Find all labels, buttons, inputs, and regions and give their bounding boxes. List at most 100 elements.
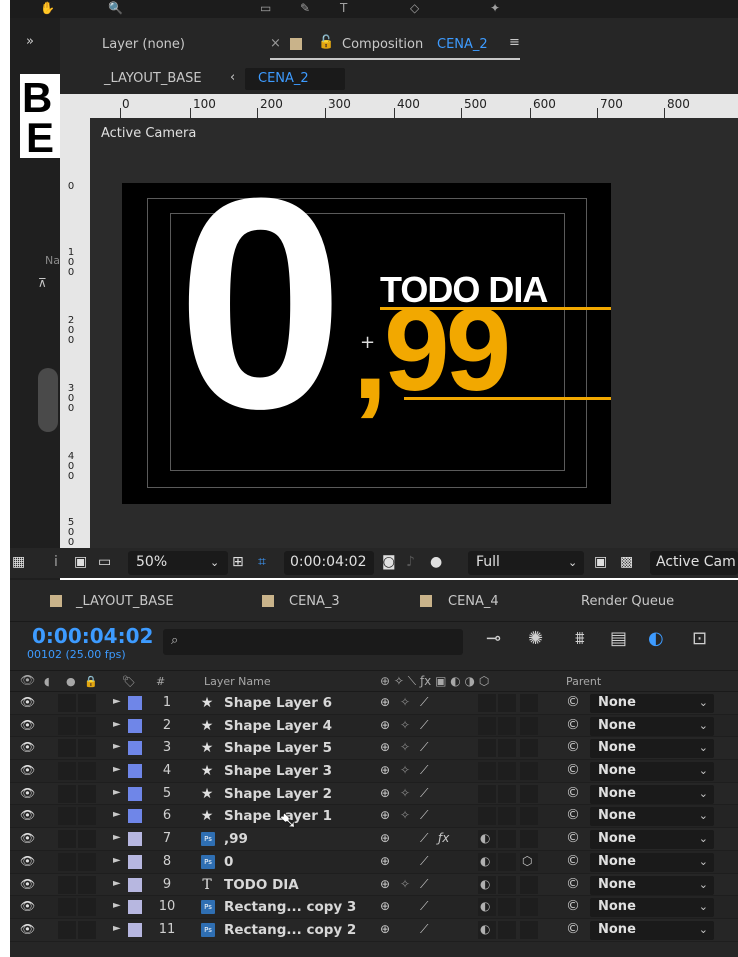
solo-switch-icon[interactable]: ● — [66, 675, 76, 688]
twirl-arrow-icon[interactable]: ► — [113, 696, 121, 707]
breadcrumb-current[interactable]: CENA_2 — [258, 71, 309, 86]
motion-blur-cell[interactable] — [498, 716, 516, 735]
parent-select[interactable]: None ⌄ — [590, 762, 714, 782]
label-color-swatch[interactable] — [128, 696, 142, 710]
project-scrollbar[interactable] — [38, 368, 58, 432]
3d-layer-cell[interactable] — [520, 694, 538, 712]
layer-row[interactable]: 👁 ► 8 Ps 0 ⊕ ⟋ ◐ ⬡ © None ⌄ — [10, 850, 738, 874]
quality-switch-icon[interactable]: ⟋ — [420, 877, 428, 892]
motion-blur-cell[interactable] — [498, 807, 516, 826]
eye-visibility-icon[interactable]: 👁 — [20, 718, 35, 732]
3d-layer-cell[interactable] — [520, 898, 538, 917]
channels-icon[interactable]: ● — [430, 554, 442, 570]
motion-blur-cell[interactable] — [498, 739, 516, 758]
motion-blur-switch-icon[interactable]: ◐ — [480, 922, 490, 936]
layer-row[interactable]: 👁 ► 7 Ps ,99 ⊕ ⟋ ƒx ◐ © None ⌄ — [10, 828, 738, 851]
solo-toggle[interactable] — [78, 807, 96, 826]
flowchart-icon[interactable]: ⊼ — [38, 276, 47, 290]
3d-layer-cell[interactable] — [520, 920, 538, 939]
mask-visibility-icon[interactable]: ⌗ — [258, 554, 266, 570]
parent-select[interactable]: None ⌄ — [590, 784, 714, 804]
layer-name[interactable]: ,99 — [224, 831, 248, 847]
layer-name[interactable]: Shape Layer 5 — [224, 740, 332, 756]
transparency-grid-icon[interactable]: ▩ — [620, 554, 633, 570]
layer-number-header[interactable]: # — [156, 675, 165, 688]
shy-switch-icon[interactable]: ⊕ — [380, 786, 390, 800]
solo-toggle[interactable] — [78, 875, 96, 894]
eye-visibility-icon[interactable]: 👁 — [20, 922, 35, 936]
layer-row[interactable]: 👁 ► 5 ★ Shape Layer 2 ⊕ ✧ ⟋ © None ⌄ — [10, 782, 738, 806]
parent-header[interactable]: Parent — [566, 675, 601, 688]
pick-whip-icon[interactable]: © — [566, 807, 580, 823]
quality-switch-icon[interactable]: ⟋ — [420, 786, 428, 801]
label-column-icon[interactable]: 🏷 — [122, 675, 136, 688]
audio-toggle[interactable] — [58, 807, 76, 826]
motion-blur-switch-icon[interactable]: ◐ — [480, 877, 490, 891]
tab-composition-prefix[interactable]: Composition — [342, 37, 423, 52]
twirl-arrow-icon[interactable]: ► — [113, 855, 121, 866]
collapse-switch-icon[interactable]: ✧ — [400, 763, 410, 777]
pick-whip-icon[interactable]: © — [566, 785, 580, 801]
quality-switch-icon[interactable]: ⟋ — [420, 718, 428, 733]
layer-row[interactable]: 👁 ► 11 Ps Rectang... copy 2 ⊕ ⟋ ◐ © None ⌄ — [10, 918, 738, 942]
pick-whip-icon[interactable]: © — [566, 876, 580, 892]
pick-whip-icon[interactable]: © — [566, 830, 580, 846]
collapse-switch-icon[interactable]: ✧ — [400, 786, 410, 800]
current-time-display[interactable]: 0:00:04:02 — [32, 624, 153, 648]
audio-toggle[interactable] — [58, 739, 76, 758]
shy-switch-icon[interactable]: ⊕ — [380, 854, 390, 868]
twirl-arrow-icon[interactable]: ► — [113, 741, 121, 752]
switches-header-icons[interactable]: ⊕ ✧ ⟍ ƒx ▣ ◐ ◑ ⬡ — [380, 674, 489, 689]
twirl-arrow-icon[interactable]: ► — [113, 878, 121, 889]
pick-whip-icon[interactable]: © — [566, 762, 580, 778]
layer-name[interactable]: Shape Layer 6 — [224, 695, 332, 711]
layer-name[interactable]: Rectang... copy 2 — [224, 922, 356, 938]
label-color-swatch[interactable] — [128, 922, 142, 937]
3d-layer-cell[interactable] — [520, 875, 538, 894]
motion-blur-icon[interactable]: ◐ — [648, 628, 664, 649]
twirl-arrow-icon[interactable]: ► — [113, 719, 121, 730]
hand-tool-icon[interactable]: ✋ — [40, 1, 55, 15]
motion-blur-cell[interactable] — [498, 875, 516, 894]
fx-switch-icon[interactable]: ƒx — [438, 831, 449, 845]
puppet-tool-icon[interactable]: ✦ — [490, 1, 500, 15]
audio-toggle[interactable] — [58, 920, 76, 939]
3d-layer-cell[interactable] — [520, 739, 538, 758]
motion-blur-cell[interactable] — [498, 920, 516, 939]
shy-switch-icon[interactable]: ⊕ — [380, 899, 390, 913]
display-icon[interactable]: ▭ — [98, 554, 111, 570]
audio-toggle[interactable] — [58, 784, 76, 803]
eye-visibility-icon[interactable]: 👁 — [20, 808, 35, 822]
layer-name[interactable]: 0 — [224, 854, 233, 870]
frame-blend-cell[interactable] — [478, 716, 496, 735]
audio-toggle[interactable] — [58, 762, 76, 781]
3d-cube-icon[interactable]: ⬡ — [522, 854, 532, 868]
twirl-arrow-icon[interactable]: ► — [113, 832, 121, 843]
frame-blend-cell[interactable] — [478, 784, 496, 803]
eye-visibility-icon[interactable]: 👁 — [20, 763, 35, 777]
parent-select[interactable]: None ⌄ — [590, 852, 714, 872]
snapshot-region-icon[interactable]: ▣ — [74, 554, 87, 570]
layer-name[interactable]: Shape Layer 4 — [224, 718, 332, 734]
shy-switch-icon[interactable]: ⊕ — [380, 740, 390, 754]
parent-select[interactable]: None ⌄ — [590, 694, 714, 713]
hide-shy-layers-icon[interactable]: ⩩ — [575, 628, 585, 649]
parent-select[interactable]: None ⌄ — [590, 898, 714, 918]
solo-toggle[interactable] — [78, 762, 96, 781]
collapse-switch-icon[interactable]: ✧ — [400, 808, 410, 822]
tab-render-queue[interactable]: Render Queue — [581, 594, 674, 609]
eye-visibility-icon[interactable]: 👁 — [20, 831, 35, 845]
audio-toggle[interactable] — [58, 875, 76, 894]
solo-toggle[interactable] — [78, 739, 96, 758]
graph-editor-icon[interactable]: ⊡ — [692, 628, 707, 649]
shy-switch-icon[interactable]: ⊕ — [380, 831, 390, 845]
label-color-swatch[interactable] — [128, 764, 142, 779]
pick-whip-icon[interactable]: © — [566, 853, 580, 869]
layer-name[interactable]: Shape Layer 1 — [224, 808, 332, 824]
shy-switch-icon[interactable]: ⊕ — [380, 922, 390, 936]
eye-visibility-icon[interactable]: 👁 — [20, 786, 35, 800]
shy-switch-icon[interactable]: ⊕ — [380, 877, 390, 891]
eye-visibility-icon[interactable]: 👁 — [20, 877, 35, 891]
twirl-arrow-icon[interactable]: ► — [113, 787, 121, 798]
label-color-swatch[interactable] — [128, 741, 142, 756]
